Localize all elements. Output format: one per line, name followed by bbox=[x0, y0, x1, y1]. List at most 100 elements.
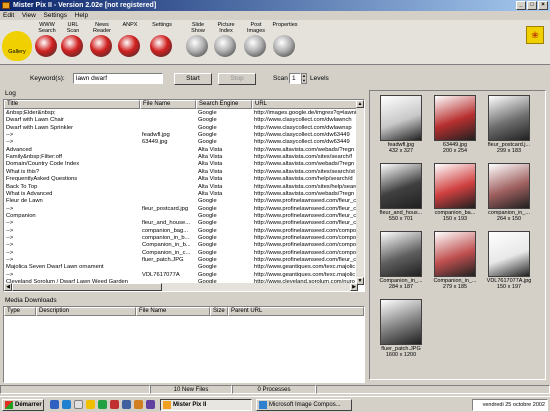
minimize-button[interactable]: _ bbox=[516, 1, 526, 10]
folder-quicklaunch-icon[interactable] bbox=[86, 400, 95, 409]
gallery-thumbnail[interactable]: Companion_in_... 284 x 187 bbox=[378, 231, 424, 291]
keywords-input[interactable]: lawn dwarf bbox=[73, 73, 163, 84]
ie-quicklaunch-icon[interactable] bbox=[50, 400, 59, 409]
log-cell-title: FrequentlyAsked Questions bbox=[6, 176, 78, 183]
media-col-filename[interactable]: File Name bbox=[136, 307, 210, 316]
log-cell-engine: Google bbox=[198, 264, 217, 271]
menu-view[interactable]: View bbox=[19, 11, 39, 20]
slide-show-icon bbox=[186, 35, 208, 57]
media-quicklaunch-icon[interactable] bbox=[110, 400, 119, 409]
maximize-button[interactable]: □ bbox=[527, 1, 537, 10]
scroll-right-arrow-icon[interactable]: ▶ bbox=[350, 283, 358, 291]
log-cell-title: Back To Top bbox=[6, 183, 38, 190]
log-cell-engine: Google bbox=[198, 205, 217, 212]
log-row[interactable]: --> Companion_in_c... Google http://www.pro… bbox=[4, 250, 358, 257]
log-cell-title: --> bbox=[6, 132, 14, 139]
log-cell-engine: Google bbox=[198, 110, 217, 116]
gallery-thumbnail[interactable]: 63449.jpg 200 x 254 bbox=[432, 95, 478, 155]
media-col-type[interactable]: Type bbox=[4, 307, 36, 316]
menu-edit[interactable]: Edit bbox=[0, 11, 17, 20]
gallery-thumbnail[interactable]: Companion_in_... 279 x 185 bbox=[432, 231, 478, 291]
media-col-size[interactable]: Size bbox=[210, 307, 228, 316]
log-row[interactable]: --> fluer_patch.JPG Google http://www.profi… bbox=[4, 257, 358, 264]
log-row[interactable]: --> companion_bag... Google http://www.prof… bbox=[4, 228, 358, 235]
toolbar-label: Properties bbox=[272, 22, 298, 28]
task-image-composer[interactable]: Microsoft Image Compos... bbox=[256, 399, 352, 411]
log-row[interactable]: Fleur de Lawn Google http://www.profinelaw… bbox=[4, 198, 358, 205]
col-title[interactable]: Title bbox=[4, 100, 140, 109]
log-row[interactable]: Companion Google http://www.profinelawnsee… bbox=[4, 213, 358, 220]
log-cell-url: http://www.clasycollect.com/dw63449 bbox=[254, 139, 350, 146]
close-button[interactable]: × bbox=[538, 1, 548, 10]
log-row[interactable]: &nbsp;Elder&nbsp; Google http://images.goo… bbox=[4, 110, 358, 117]
horizontal-scroll-thumb[interactable] bbox=[12, 283, 162, 291]
menu-settings[interactable]: Settings bbox=[41, 11, 71, 20]
media-col-description[interactable]: Description bbox=[36, 307, 136, 316]
tool-quicklaunch-icon[interactable] bbox=[134, 400, 143, 409]
gallery-thumbnail[interactable]: feadwfl.jpg 432 x 327 bbox=[378, 95, 424, 155]
outlook-quicklaunch-icon[interactable] bbox=[62, 400, 71, 409]
stop-button[interactable]: Stop bbox=[218, 73, 256, 85]
log-cell-filename: fluer_patch.JPG bbox=[142, 257, 184, 263]
scan-levels-input[interactable]: 1 bbox=[289, 73, 301, 84]
start-button[interactable]: Start bbox=[174, 73, 212, 85]
log-cell-title: --> bbox=[6, 242, 14, 249]
log-row[interactable]: Family&nbsp;Filter:off Alta Vista http://w… bbox=[4, 154, 358, 161]
log-row[interactable]: --> fleur_postcard.jpg Google http://www.pr… bbox=[4, 206, 358, 213]
log-row[interactable]: --> companion_in_b... Google http://www.pro… bbox=[4, 235, 358, 242]
log-row[interactable]: --> VDL7617077A Google http://www.geantique… bbox=[4, 272, 358, 279]
log-row[interactable]: What is Advanced Alta Vista http://www.alt… bbox=[4, 191, 358, 198]
scroll-up-arrow-icon[interactable]: ▲ bbox=[356, 100, 364, 108]
explorer-quicklaunch-icon[interactable] bbox=[122, 400, 131, 409]
log-row[interactable]: --> Companion_in_b... Google http://www.pro… bbox=[4, 242, 358, 249]
misc-quicklaunch-icon[interactable] bbox=[146, 400, 155, 409]
menu-help[interactable]: Help bbox=[72, 11, 91, 20]
log-cell-title: Companion bbox=[6, 212, 36, 219]
gallery-thumbnail[interactable]: VDL7617077A.jpg 150 x 197 bbox=[486, 231, 532, 291]
scroll-left-arrow-icon[interactable]: ◀ bbox=[4, 283, 12, 291]
col-search-engine[interactable]: Search Engine bbox=[196, 100, 252, 109]
col-filename[interactable]: File Name bbox=[140, 100, 196, 109]
log-row[interactable]: Domain/Country Code Index Alta Vista http:… bbox=[4, 161, 358, 168]
gallery-thumbnail[interactable]: fleur_and_hous... 550 x 701 bbox=[378, 163, 424, 223]
gallery-thumbnail[interactable]: companion_in_... 264 x 150 bbox=[486, 163, 532, 223]
status-empty bbox=[0, 385, 150, 394]
media-col-parent-url[interactable]: Parent URL bbox=[228, 307, 364, 316]
log-cell-title: Family&nbsp;Filter:off bbox=[6, 154, 62, 161]
desktop-quicklaunch-icon[interactable] bbox=[74, 400, 83, 409]
vertical-scrollbar[interactable]: ▲ ▼ bbox=[356, 100, 364, 285]
thumbnail-dimensions: 1600 x 1200 bbox=[385, 352, 417, 358]
log-row[interactable]: Dwarf with Lawn Chair Google http://www.cl… bbox=[4, 117, 358, 124]
task-mister-pix[interactable]: Mister Pix II bbox=[160, 399, 252, 411]
log-cell-title: Domain/Country Code Index bbox=[6, 161, 80, 168]
toolbar-properties-button[interactable]: Properties bbox=[270, 21, 300, 65]
log-cell-title: --> bbox=[6, 249, 14, 256]
log-cell-engine: Alta Vista bbox=[198, 183, 223, 190]
app-quicklaunch-icon[interactable] bbox=[98, 400, 107, 409]
log-row[interactable]: Majolica Seven Dwarf Lawn ornament Google… bbox=[4, 264, 358, 271]
log-cell-url: http://www.altavista.com/sites/search/f bbox=[254, 154, 352, 161]
log-row[interactable]: FrequentlyAsked Questions Alta Vista http:… bbox=[4, 176, 358, 183]
log-cell-title: Dwarf with Lawn Sprinkler bbox=[6, 124, 74, 131]
log-row[interactable]: Dwarf with Lawn Sprinkler Google http://ww… bbox=[4, 125, 358, 132]
log-row[interactable]: --> feadwfl.jpg Google http://www.clasycoll… bbox=[4, 132, 358, 139]
log-row[interactable]: Advanced Alta Vista http://www.altavista.c… bbox=[4, 147, 358, 154]
start-menu-button[interactable]: Démarrer bbox=[2, 399, 44, 411]
log-row[interactable]: --> fleur_and_house... Google http://www.pr… bbox=[4, 220, 358, 227]
log-row[interactable]: --> 63449.jpg Google http://www.clasycollec… bbox=[4, 139, 358, 146]
toolbar-settings-button[interactable]: Settings bbox=[147, 21, 177, 65]
log-cell-engine: Alta Vista bbox=[198, 190, 223, 197]
toolbar-anpx-button[interactable]: ANPX bbox=[115, 21, 145, 65]
horizontal-scrollbar[interactable]: ◀ ▶ bbox=[4, 283, 358, 291]
log-row[interactable]: What is this? Alta Vista http://www.altavi… bbox=[4, 169, 358, 176]
gallery-thumbnail[interactable]: fluer_patch.JPG 1600 x 1200 bbox=[378, 299, 424, 359]
col-url[interactable]: URL bbox=[252, 100, 358, 109]
gallery-thumbnail[interactable]: fleur_postcard.j... 299 x 183 bbox=[486, 95, 532, 155]
scan-spinner[interactable]: ▲ ▼ bbox=[301, 73, 307, 84]
about-icon[interactable]: ❀ bbox=[526, 26, 544, 44]
log-row[interactable]: Back To Top Alta Vista http://www.altavist… bbox=[4, 184, 358, 191]
log-cell-url: http://www.altavista.com/sites/help/sear… bbox=[254, 183, 358, 190]
log-cell-filename: companion_in_b... bbox=[142, 234, 190, 241]
gallery-thumbnail[interactable]: companion_ba... 150 x 193 bbox=[432, 163, 478, 223]
window-title: Mister Pix II - Version 2.02e [not regis… bbox=[13, 2, 157, 9]
